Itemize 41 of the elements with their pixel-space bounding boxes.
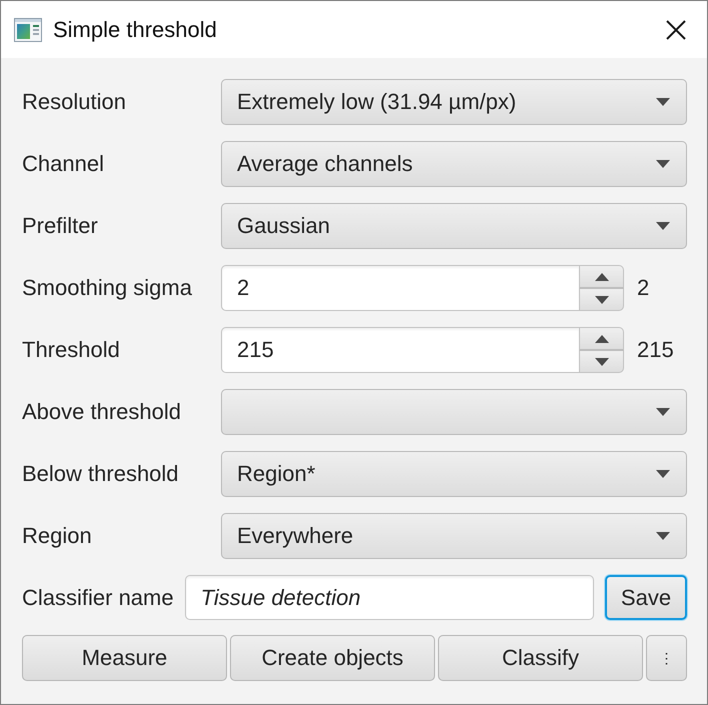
caret-down-icon xyxy=(594,296,608,304)
caret-up-icon xyxy=(594,334,608,342)
action-button[interactable]: Measure xyxy=(22,635,227,681)
dropdown[interactable]: Region* xyxy=(221,451,687,497)
save-button[interactable]: Save xyxy=(605,575,687,620)
field-label: Below threshold xyxy=(22,461,179,487)
field-label: Region xyxy=(22,523,92,549)
more-button[interactable]: ⋮ xyxy=(646,635,687,681)
caret-up-icon xyxy=(594,272,608,280)
field-label: Channel xyxy=(22,151,104,177)
field-label: Classifier name xyxy=(22,584,174,610)
decrement-button[interactable] xyxy=(579,351,624,373)
caret-down-icon xyxy=(656,222,670,230)
caret-down-icon xyxy=(656,408,670,416)
caret-down-icon xyxy=(656,98,670,106)
increment-button[interactable] xyxy=(579,327,624,351)
decrement-button[interactable] xyxy=(579,289,624,311)
caret-down-icon xyxy=(656,470,670,478)
window-title: Simple threshold xyxy=(53,16,217,42)
field-label: Above threshold xyxy=(22,399,181,425)
action-button[interactable]: Classify xyxy=(438,635,643,681)
field-label: Threshold xyxy=(22,337,120,363)
caret-down-icon xyxy=(594,358,608,366)
number-field[interactable]: 215 xyxy=(221,327,579,373)
dropdown[interactable]: Average channels xyxy=(221,141,687,187)
field-label: Smoothing sigma xyxy=(22,275,192,301)
text-field[interactable]: Tissue detection xyxy=(184,575,594,620)
value-label: 215 xyxy=(637,337,674,363)
dropdown[interactable]: Gaussian xyxy=(221,203,687,249)
close-icon xyxy=(666,20,686,40)
dropdown[interactable]: Extremely low (31.94 µm/px) xyxy=(221,79,687,125)
field-label: Resolution xyxy=(22,89,126,115)
value-label: 2 xyxy=(637,275,650,301)
dropdown[interactable]: Everywhere xyxy=(221,513,687,559)
action-button[interactable]: Create objects xyxy=(230,635,435,681)
window-icon xyxy=(14,18,42,42)
caret-down-icon xyxy=(656,160,670,168)
caret-down-icon xyxy=(656,532,670,540)
field-label: Prefilter xyxy=(22,213,98,239)
increment-button[interactable] xyxy=(579,265,624,289)
number-field[interactable]: 2 xyxy=(221,265,579,311)
